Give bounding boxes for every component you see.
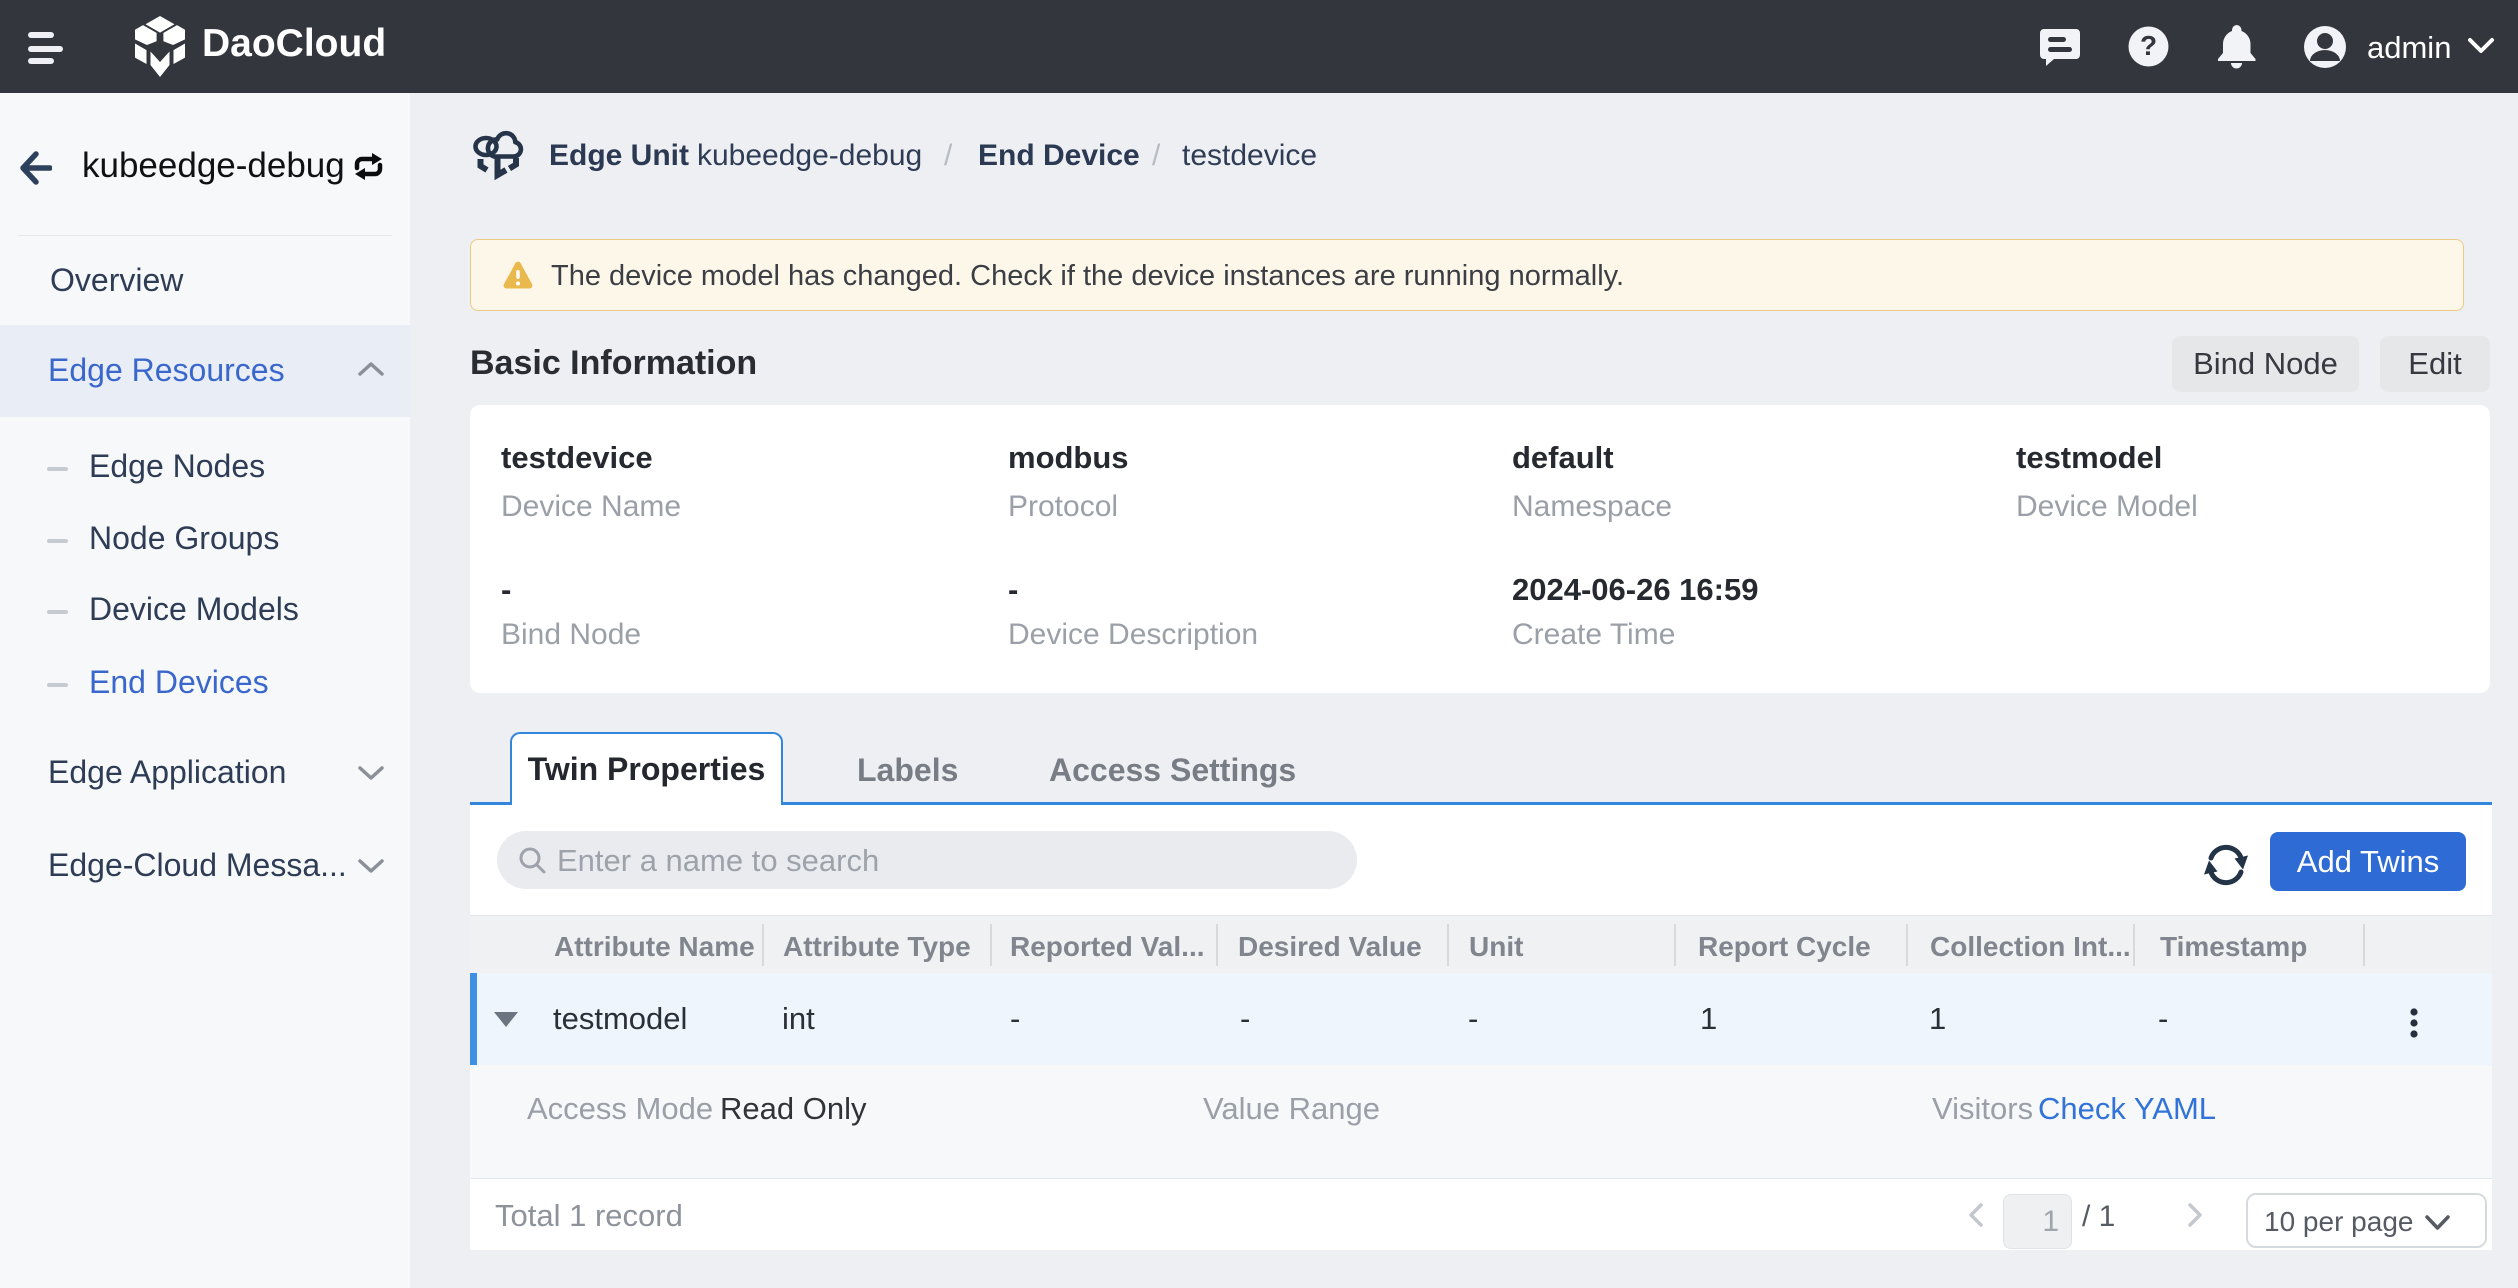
- svg-text:?: ?: [2140, 30, 2157, 61]
